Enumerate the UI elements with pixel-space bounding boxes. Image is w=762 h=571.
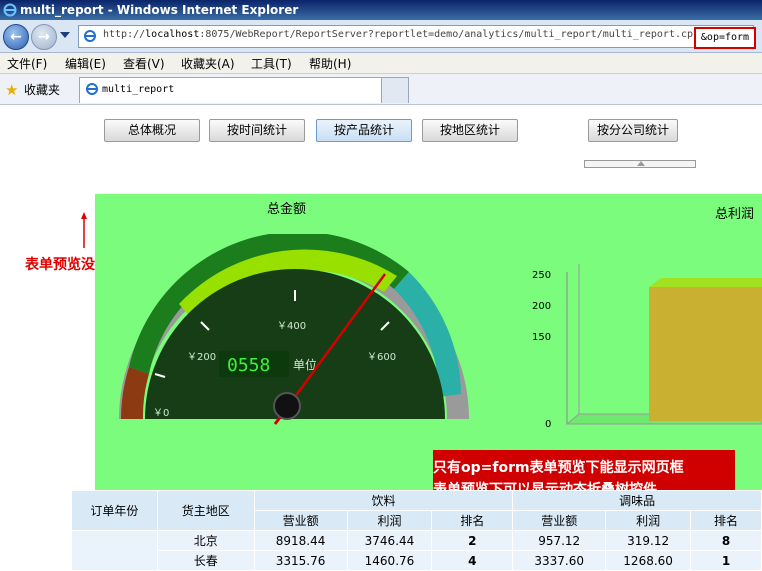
button-by-region[interactable]: 按地区统计	[422, 119, 518, 142]
collapse-slider[interactable]	[584, 160, 696, 168]
annotation-line-1: 只有op=form表单预览下能显示网页框	[433, 460, 684, 476]
favorites-bar: ★ 收藏夹 multi_report	[0, 74, 762, 105]
bar-axis-250: 250	[532, 270, 551, 281]
table-cell: 3746.44	[346, 530, 433, 551]
menu-file[interactable]: 文件(F)	[7, 55, 47, 72]
table-cell: 1460.76	[346, 550, 433, 571]
bar-axis-150: 150	[532, 332, 551, 343]
gauge-digital-value: 0558	[227, 355, 270, 376]
table-cell: 1268.60	[605, 550, 692, 571]
window-title: multi_report - Windows Internet Explorer	[20, 3, 299, 17]
page-content: 总体概况 按时间统计 按产品统计 按地区统计 按分公司统计 表单预览没有工具栏 …	[0, 105, 762, 571]
table-cell: 319.12	[605, 530, 692, 551]
gauge-chart: ￥0 ￥200 ￥400 ￥600 0558 单位	[119, 234, 469, 425]
table-cell: 2	[431, 530, 514, 551]
profit-bar	[649, 287, 762, 421]
button-by-product[interactable]: 按产品统计	[316, 119, 412, 142]
table-cell: 8	[690, 530, 762, 551]
sub-header: 排名	[690, 510, 762, 531]
menu-favorites[interactable]: 收藏夹(A)	[181, 55, 235, 72]
menu-view[interactable]: 查看(V)	[123, 55, 165, 72]
bar-axis-0: 0	[545, 419, 551, 430]
menu-tools[interactable]: 工具(T)	[251, 55, 292, 72]
history-dropdown-icon[interactable]	[60, 32, 70, 38]
table-cell: 8918.44	[253, 530, 348, 551]
table-cell: 北京	[156, 530, 255, 551]
button-overview[interactable]: 总体概况	[104, 119, 200, 142]
sub-header: 营业额	[512, 510, 607, 531]
menu-edit[interactable]: 编辑(E)	[65, 55, 106, 72]
header-group-seasoning: 调味品	[512, 490, 762, 511]
favorites-button[interactable]: 收藏夹	[24, 81, 60, 98]
gauge-title: 总金额	[267, 202, 307, 217]
back-button[interactable]: ←	[3, 24, 29, 50]
favorites-star-icon[interactable]: ★	[5, 81, 18, 99]
menu-bar: 文件(F) 编辑(E) 查看(V) 收藏夹(A) 工具(T) 帮助(H)	[0, 53, 762, 74]
table-cell: 1	[690, 550, 762, 571]
table-cell: 3337.60	[512, 550, 607, 571]
gauge-tick-400: ￥400	[277, 321, 306, 332]
red-arrow-icon	[81, 212, 87, 248]
forward-button[interactable]: →	[31, 24, 57, 50]
address-toolbar: ← → http://localhost:8075/WebReport/Repo…	[0, 20, 762, 53]
header-order-year: 订单年份	[71, 490, 158, 531]
address-input[interactable]: http://localhost:8075/WebReport/ReportSe…	[78, 25, 754, 48]
gauge-tick-200: ￥200	[187, 352, 216, 363]
menu-help[interactable]: 帮助(H)	[309, 55, 351, 72]
url-highlight-box: &op=form	[694, 27, 756, 49]
button-by-branch[interactable]: 按分公司统计	[588, 119, 678, 142]
bar-chart-title: 总利润	[715, 207, 755, 222]
sub-header: 利润	[605, 510, 692, 531]
table-row: 长春 3315.76 1460.76 4 3337.60 1268.60 1	[72, 550, 762, 571]
table-row: 北京 8918.44 3746.44 2 957.12 319.12 8	[71, 530, 762, 571]
table-cell: 长春	[156, 550, 255, 571]
browser-tab[interactable]: multi_report	[79, 77, 406, 103]
window-title-bar: multi_report - Windows Internet Explorer	[0, 0, 762, 20]
profit-bar-chart: 250 200 150 0	[532, 264, 762, 430]
header-group-beverage: 饮料	[253, 490, 514, 511]
sub-header: 利润	[346, 510, 433, 531]
sub-header: 营业额	[253, 510, 348, 531]
sales-table: 订单年份 货主地区 饮料 调味品 营业额 利润 排名 营业额 利润 排名 北京 …	[71, 490, 762, 571]
button-by-time[interactable]: 按时间统计	[209, 119, 305, 142]
gauge-tick-0: ￥0	[153, 408, 169, 419]
header-region: 货主地区	[156, 490, 255, 531]
tab-favicon-icon	[86, 83, 98, 95]
new-tab-button[interactable]	[381, 77, 409, 103]
gauge-hub	[273, 392, 301, 420]
gauge-tick-600: ￥600	[367, 352, 396, 363]
bar-axis-200: 200	[532, 301, 551, 312]
page-favicon-icon	[84, 30, 96, 42]
table-cell: 957.12	[512, 530, 607, 551]
sub-header: 排名	[431, 510, 514, 531]
url-text: http://localhost:8075/WebReport/ReportSe…	[103, 29, 700, 40]
table-cell: 4	[431, 550, 514, 571]
tab-title: multi_report	[102, 84, 175, 95]
table-cell: 3315.76	[253, 550, 348, 571]
ie-logo-icon	[3, 3, 17, 17]
